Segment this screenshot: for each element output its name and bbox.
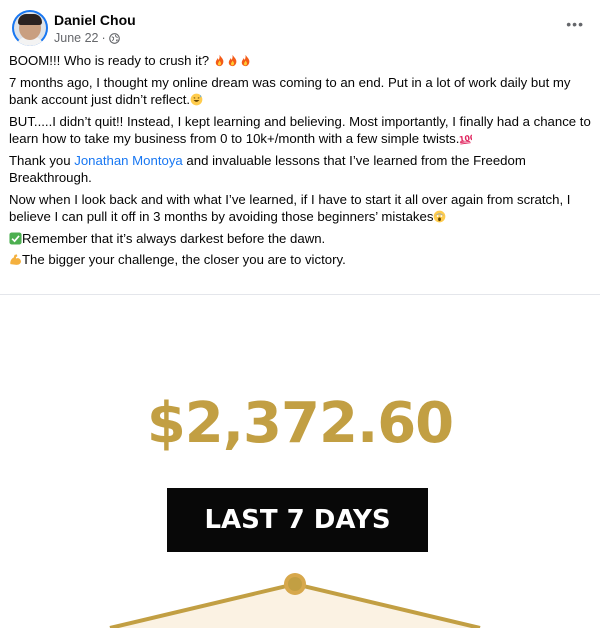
post-body: BOOM!!! Who is ready to crush it? 7 mont… [9, 52, 591, 273]
post-image[interactable]: $2,372.60 LAST 7 DAYS [0, 295, 600, 628]
paragraph-6: Remember that it’s always darkest before… [9, 230, 591, 248]
fire-icon [228, 54, 237, 67]
meta-separator: · [101, 31, 106, 45]
period-badge: LAST 7 DAYS [167, 488, 428, 552]
fire-icon [241, 54, 250, 67]
fire-icon [215, 54, 224, 67]
facebook-post: Daniel Chou June 22 · ••• BOOM!!! Who is… [0, 0, 600, 628]
paragraph-2: 7 months ago, I thought my online dream … [9, 74, 571, 108]
face-screaming-icon [434, 210, 446, 223]
paragraph-7: The bigger your challenge, the closer yo… [9, 251, 591, 269]
paragraph-5: Now when I look back and with what I’ve … [9, 191, 571, 225]
period-badge-label: LAST 7 DAYS [204, 505, 391, 535]
hundred-points-icon: 100 [459, 133, 472, 145]
globe-icon[interactable] [108, 32, 120, 44]
check-mark-icon [9, 231, 22, 245]
grinning-sweat-icon [190, 93, 203, 106]
post-meta: June 22 · [54, 31, 120, 45]
author-avatar[interactable] [12, 10, 48, 46]
post-date[interactable]: June 22 [54, 31, 98, 45]
paragraph-3: BUT.....I didn’t quit!! Instead, I kept … [9, 113, 591, 147]
paragraph-1: BOOM!!! Who is ready to crush it? [9, 52, 591, 70]
more-options-icon[interactable]: ••• [566, 16, 584, 32]
paragraph-4: Thank you Jonathan Montoya and invaluabl… [9, 152, 526, 186]
post-header: Daniel Chou June 22 · ••• [12, 10, 588, 50]
author-name[interactable]: Daniel Chou [54, 12, 136, 28]
up-arrow-graphic [109, 573, 481, 628]
earnings-amount: $2,372.60 [146, 391, 454, 456]
flexed-biceps-icon [10, 254, 21, 265]
mention-link[interactable]: Jonathan Montoya [74, 153, 183, 168]
